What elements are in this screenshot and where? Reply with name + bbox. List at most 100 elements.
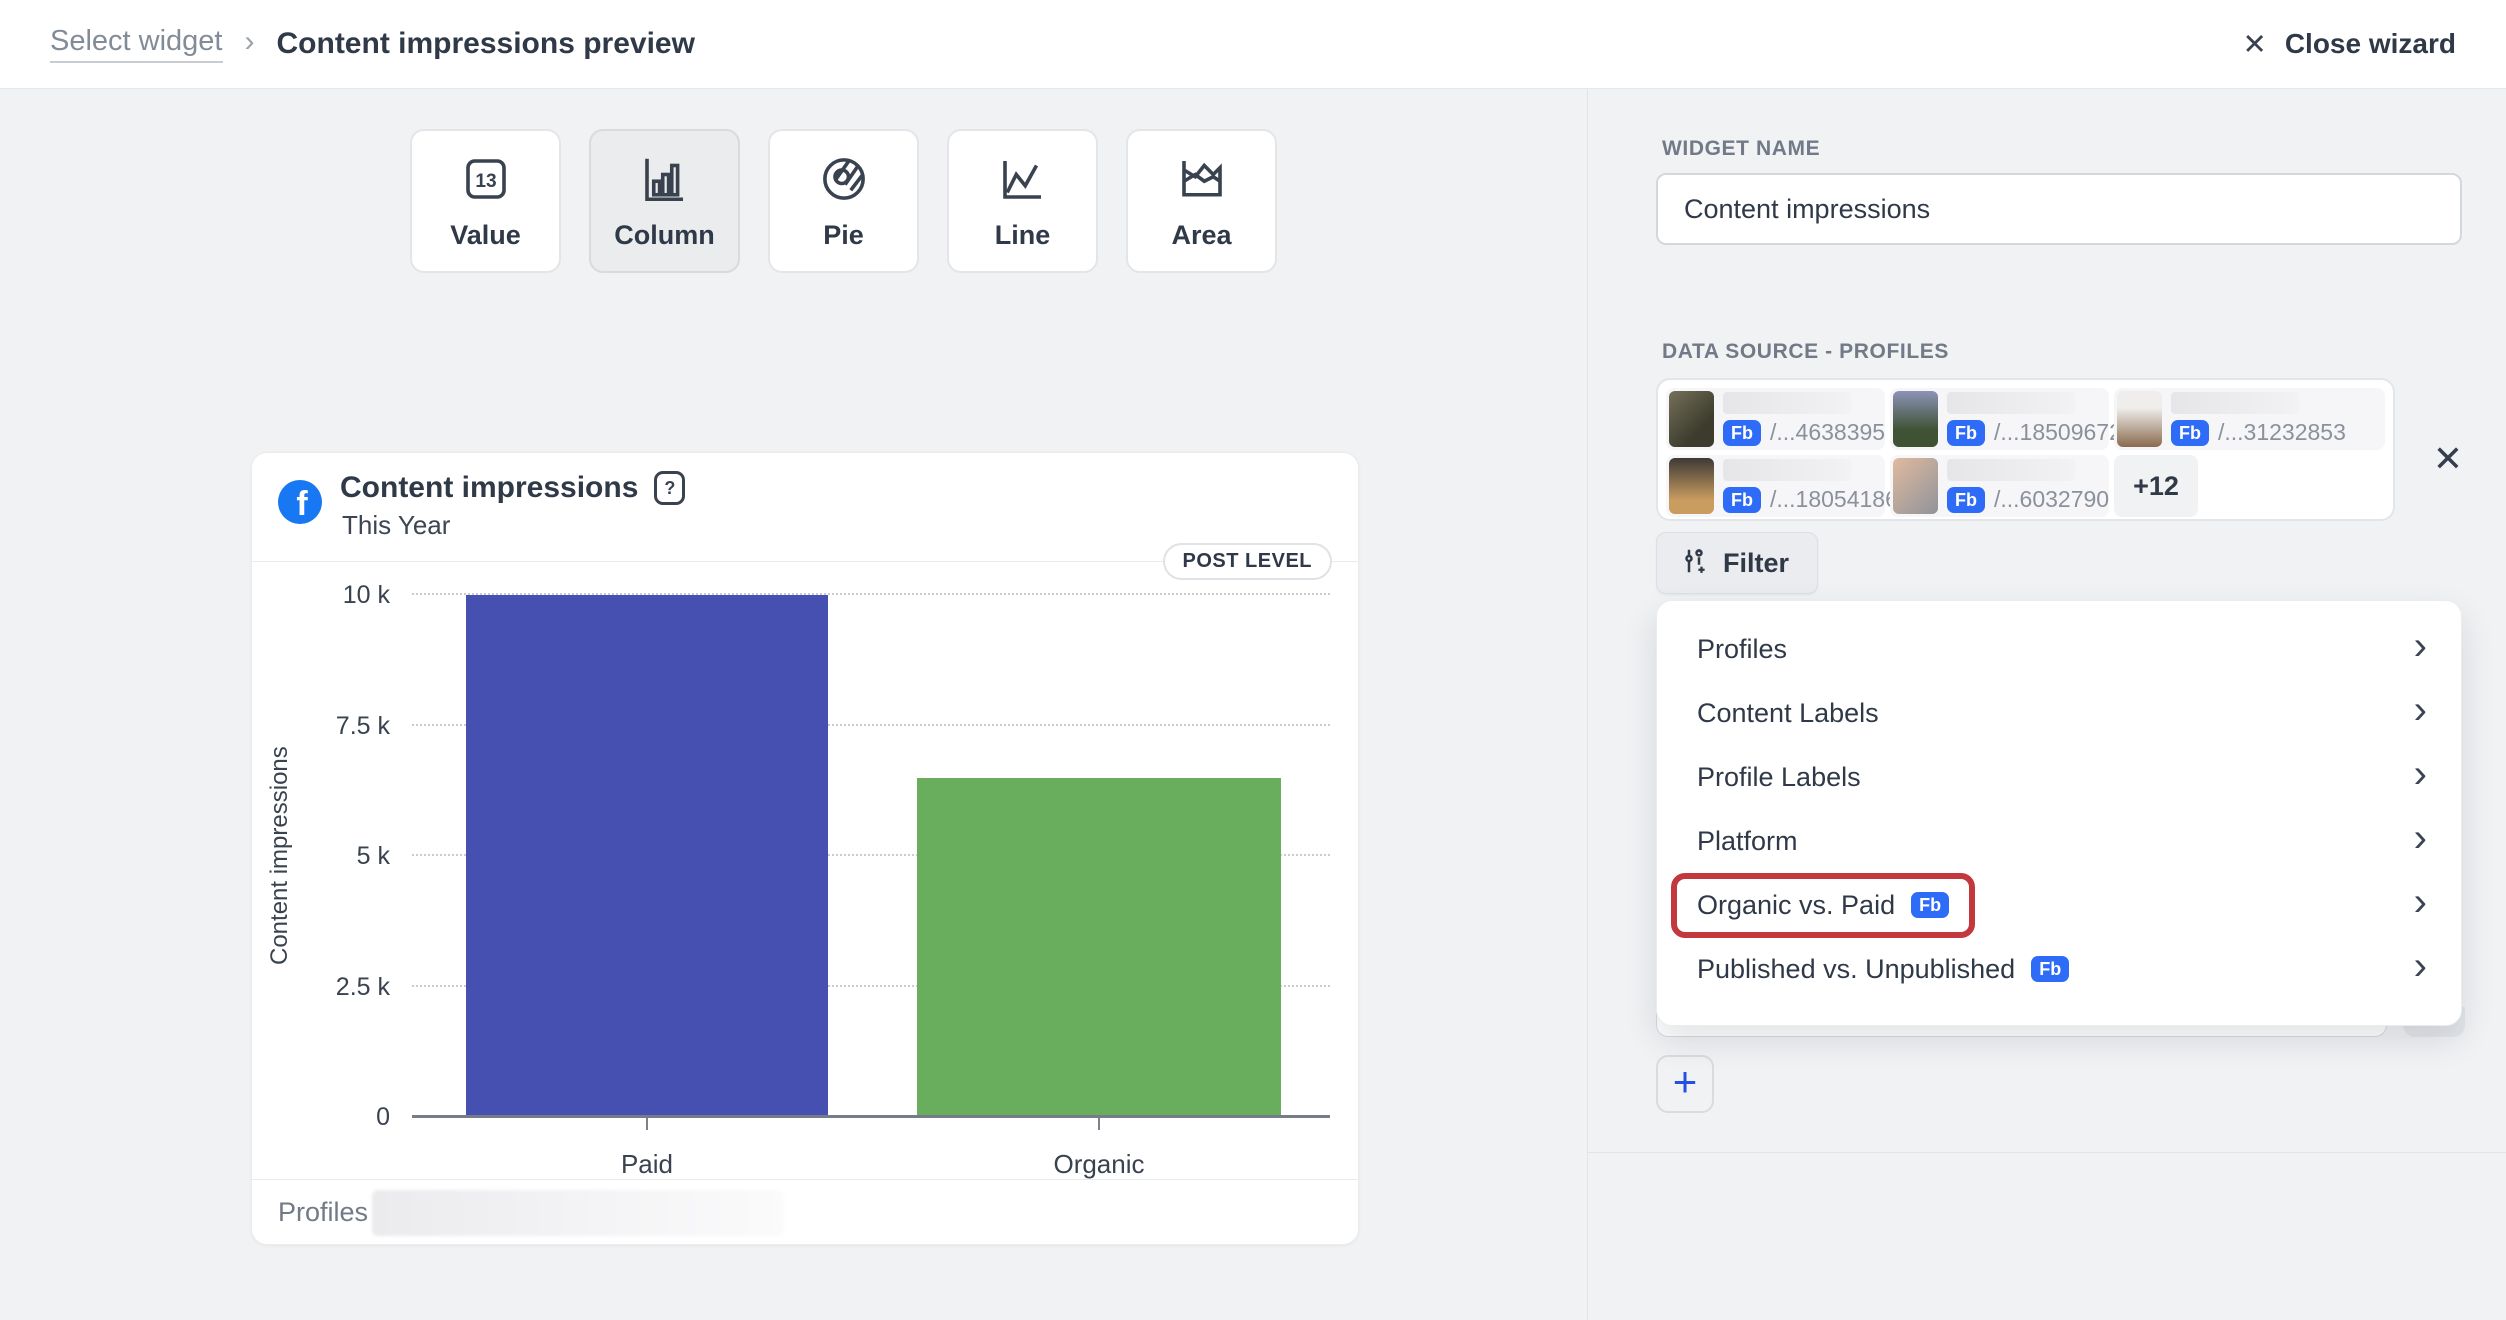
content-area: 13 Value Column Pie Line — [0, 89, 2506, 1320]
chevron-right-icon: › — [2414, 710, 2427, 716]
x-axis-tick — [646, 1117, 648, 1130]
filter-menu: Profiles › Content Labels › Profile Labe… — [1656, 600, 2462, 1026]
profile-chip[interactable]: Fb /...18509672 — [1890, 388, 2109, 450]
chart-bar — [917, 778, 1281, 1117]
filter-button[interactable]: Filter — [1656, 532, 1818, 594]
profile-avatar — [1893, 391, 1938, 447]
chevron-right-icon: › — [2414, 774, 2427, 780]
facebook-badge: Fb — [1723, 420, 1761, 446]
filter-menu-item[interactable]: Published vs. Unpublished Fb › — [1657, 937, 2461, 1001]
menu-item-label: Profiles — [1697, 634, 1787, 665]
chart-bar — [466, 595, 828, 1117]
sliders-filter-icon — [1679, 546, 1709, 581]
more-profiles-chip[interactable]: +12 — [2114, 455, 2198, 517]
filter-button-label: Filter — [1723, 548, 1789, 579]
add-metric-button[interactable]: + — [1656, 1055, 1714, 1113]
profile-id: /...18509672 — [1994, 419, 2122, 446]
facebook-badge: Fb — [1947, 420, 1985, 446]
close-wizard-button[interactable]: ✕ Close wizard — [2243, 27, 2456, 62]
widget-type-label: Pie — [823, 220, 864, 251]
widget-type-label: Column — [614, 220, 715, 251]
profile-chip[interactable]: Fb /...18054186 — [1666, 455, 1885, 517]
y-axis-tick-label: 7.5 k — [336, 712, 390, 740]
profile-avatar — [2117, 391, 2162, 447]
filter-menu-item[interactable]: Content Labels › — [1657, 681, 2461, 745]
filter-menu-item[interactable]: Profiles › — [1657, 617, 2461, 681]
menu-item-label: Content Labels — [1697, 698, 1879, 729]
profile-chip[interactable]: Fb /...6032790 — [1890, 455, 2109, 517]
close-wizard-label: Close wizard — [2285, 28, 2456, 60]
redacted-profile-name — [1947, 459, 2075, 481]
y-axis-labels: 02.5 k5 k7.5 k10 k — [294, 595, 390, 1117]
widget-type-value[interactable]: 13 Value — [410, 129, 561, 273]
widget-wizard-app: Select widget › Content impressions prev… — [0, 0, 2506, 1320]
profile-avatar — [1669, 458, 1714, 514]
filter-menu-item[interactable]: Profile Labels › — [1657, 745, 2461, 809]
value-number-icon: 13 — [459, 152, 513, 206]
widget-type-picker: 13 Value Column Pie Line — [410, 129, 1277, 273]
x-axis-line — [412, 1115, 1330, 1118]
x-axis-label: Organic — [949, 1149, 1249, 1180]
menu-item-label: Published vs. Unpublished — [1697, 954, 2015, 985]
chevron-right-icon: › — [2414, 902, 2427, 908]
column-chart-icon — [638, 152, 692, 206]
breadcrumb: Select widget › Content impressions prev… — [50, 25, 695, 63]
x-axis-label: Paid — [497, 1149, 797, 1180]
y-axis-tick-label: 0 — [376, 1103, 390, 1131]
footer-profiles-label: Profiles — [278, 1197, 368, 1228]
chevron-right-icon: › — [2414, 966, 2427, 972]
profile-id: /...6032790 — [1994, 486, 2109, 513]
profile-avatar — [1669, 391, 1714, 447]
chart-preview-card: f Content impressions ? This Year POST L… — [251, 452, 1359, 1245]
profile-id: /...31232853 — [2218, 419, 2346, 446]
x-axis-tick — [1098, 1117, 1100, 1130]
widget-type-line[interactable]: Line — [947, 129, 1098, 273]
widget-type-area[interactable]: Area — [1126, 129, 1277, 273]
widget-name-input[interactable] — [1656, 173, 2462, 245]
redacted-profiles-text — [372, 1190, 784, 1236]
widget-type-column[interactable]: Column — [589, 129, 740, 273]
widget-type-label: Line — [995, 220, 1051, 251]
pie-chart-icon — [817, 152, 871, 206]
menu-item-label: Organic vs. Paid — [1697, 890, 1895, 921]
facebook-logo-icon: f — [278, 480, 322, 524]
chevron-right-icon: › — [245, 25, 255, 59]
chevron-right-icon: › — [2414, 838, 2427, 844]
chart-subtitle: This Year — [342, 510, 450, 541]
profile-avatar — [1893, 458, 1938, 514]
chart-title: Content impressions — [340, 471, 638, 505]
config-panel: WIDGET NAME DATA SOURCE - PROFILES Fb /.… — [1588, 89, 2506, 1320]
y-axis-tick-label: 2.5 k — [336, 973, 390, 1001]
profile-id: /...4638395 — [1770, 419, 1885, 446]
redacted-profile-name — [2171, 392, 2299, 414]
profile-chip[interactable]: Fb /...31232853 — [2114, 388, 2385, 450]
facebook-badge: Fb — [1947, 487, 1985, 513]
y-axis-title: Content impressions — [266, 595, 294, 1117]
widget-type-pie[interactable]: Pie — [768, 129, 919, 273]
widget-type-label: Area — [1171, 220, 1231, 251]
y-axis-tick-label: 10 k — [343, 581, 390, 609]
facebook-badge: Fb — [2031, 956, 2069, 982]
redacted-profile-name — [1723, 459, 1851, 481]
widget-name-label: WIDGET NAME — [1662, 137, 1820, 161]
svg-text:13: 13 — [475, 170, 496, 191]
breadcrumb-select-widget-link[interactable]: Select widget — [50, 25, 223, 63]
close-icon: ✕ — [2243, 27, 2267, 62]
menu-item-label: Profile Labels — [1697, 762, 1861, 793]
remove-data-source-button[interactable]: ✕ — [2426, 437, 2470, 481]
facebook-badge: Fb — [1911, 892, 1949, 918]
profile-chip[interactable]: Fb /...4638395 — [1666, 388, 1885, 450]
widget-type-label: Value — [450, 220, 521, 251]
filter-menu-item[interactable]: Platform › — [1657, 809, 2461, 873]
filter-menu-item[interactable]: Organic vs. Paid Fb › — [1657, 873, 2461, 937]
line-chart-icon — [996, 152, 1050, 206]
page-title: Content impressions preview — [277, 27, 695, 61]
redacted-profile-name — [1723, 392, 1851, 414]
y-axis-tick-label: 5 k — [357, 842, 390, 870]
area-chart-icon — [1175, 152, 1229, 206]
facebook-badge: Fb — [2171, 420, 2209, 446]
help-icon[interactable]: ? — [654, 471, 685, 505]
menu-item-label: Platform — [1697, 826, 1798, 857]
post-level-badge: POST LEVEL — [1163, 543, 1332, 580]
plot-area: 02.5 k5 k7.5 k10 k Paid Organic — [412, 595, 1330, 1117]
